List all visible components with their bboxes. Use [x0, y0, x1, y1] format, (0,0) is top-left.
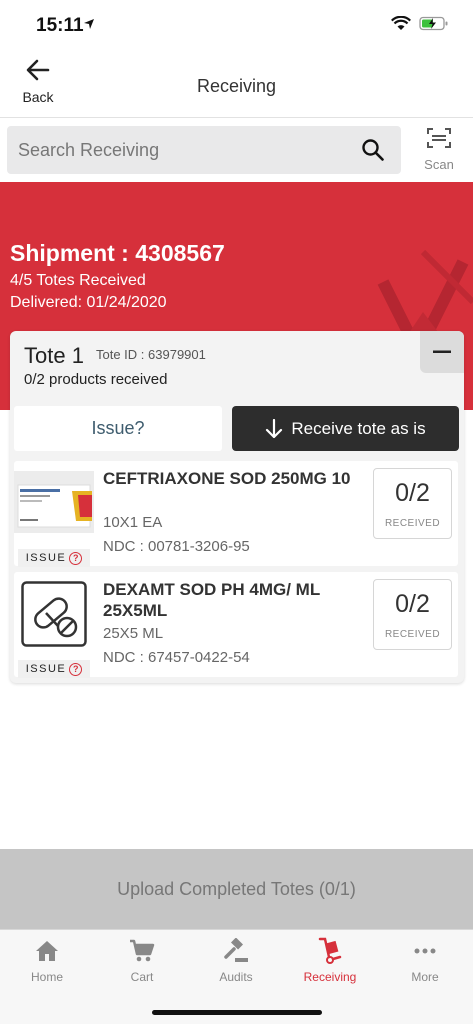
product-issue-tag[interactable]: ISSUE ? [18, 549, 90, 567]
receive-tote-label: Receive tote as is [291, 418, 426, 438]
page-title: Receiving [196, 76, 277, 96]
pill-placeholder-icon [21, 581, 87, 647]
status-bar: 15:11 [0, 0, 473, 50]
tote-progress: 0/2 products received [24, 371, 168, 388]
receive-tote-button[interactable]: Receive tote as is [232, 406, 459, 451]
scan-button[interactable]: Scan [418, 126, 460, 172]
scan-label: Scan [424, 157, 454, 172]
received-count-box[interactable]: 0/2 RECEIVED [373, 468, 452, 539]
tote-id: Tote ID : 63979901 [96, 347, 206, 362]
tab-label: Audits [219, 970, 253, 984]
tab-more[interactable]: More [385, 936, 465, 984]
tab-label: Home [30, 970, 63, 984]
search-row: Search Receiving Scan [0, 118, 473, 182]
received-count: 0/2 [395, 590, 430, 618]
scan-icon [427, 128, 451, 148]
question-icon: ? [69, 662, 83, 676]
tab-receiving[interactable]: Receiving [290, 936, 370, 984]
tab-cart[interactable]: Cart [102, 936, 182, 984]
shipment-number: 4308567 [135, 240, 225, 266]
product-item[interactable]: ISSUE ? DEXAMT SOD PH 4MG/ ML 25X5ML 25X… [14, 572, 458, 678]
gavel-icon [224, 938, 248, 962]
search-input[interactable]: Search Receiving [7, 126, 401, 174]
issue-tag-label: ISSUE [25, 663, 67, 675]
ceftriaxone-box-image [14, 471, 94, 533]
delivered-date: Delivered: 01/24/2020 [10, 294, 167, 311]
hand-truck-icon [318, 937, 342, 964]
received-count: 0/2 [395, 479, 430, 507]
product-item[interactable]: ISSUE ? CEFTRIAXONE SOD 250MG 10 10X1 EA… [14, 461, 458, 567]
tote-title: Tote 1 [24, 343, 84, 368]
question-icon: ? [69, 551, 83, 565]
tab-label: Receiving [303, 970, 357, 984]
collapse-button[interactable] [420, 331, 464, 373]
received-count-box[interactable]: 0/2 RECEIVED [373, 579, 452, 650]
nav-bar: Back Receiving [0, 50, 473, 118]
shipment-title: Shipment : 4308567 [10, 240, 225, 267]
tab-home[interactable]: Home [7, 936, 87, 984]
more-dots-icon [414, 948, 436, 954]
minus-icon [433, 350, 451, 353]
product-issue-tag[interactable]: ISSUE ? [18, 660, 90, 678]
tab-audits[interactable]: Audits [196, 936, 276, 984]
wifi-icon [391, 16, 411, 30]
issue-button[interactable]: Issue? [14, 406, 222, 451]
product-ndc: NDC : 67457-0422-54 [103, 649, 250, 666]
search-icon[interactable] [361, 138, 385, 162]
battery-charging-icon [419, 16, 448, 31]
search-placeholder: Search Receiving [18, 140, 160, 160]
shipment-label: Shipment : [10, 240, 129, 266]
issue-tag-label: ISSUE [25, 552, 67, 564]
upload-totes-button[interactable]: Upload Completed Totes (0/1) [0, 849, 473, 929]
received-label: RECEIVED [384, 518, 441, 529]
home-icon [36, 941, 58, 961]
product-pack: 10X1 EA [103, 514, 163, 531]
tab-label: Cart [130, 970, 154, 984]
product-pack: 25X5 ML [103, 625, 164, 642]
cart-icon [130, 939, 155, 962]
product-name: DEXAMT SOD PH 4MG/ ML 25X5ML [103, 580, 320, 620]
received-label: RECEIVED [384, 629, 441, 640]
location-arrow-icon [84, 19, 94, 29]
tab-bar: Home Cart Audits Receiving More [0, 929, 473, 1024]
tote-card: Tote 1 Tote ID : 63979901 0/2 products r… [10, 331, 464, 683]
status-time: 15:11 [36, 15, 84, 36]
arrow-down-icon [266, 418, 283, 438]
product-name: CEFTRIAXONE SOD 250MG 10 [103, 469, 351, 488]
product-ndc: NDC : 00781-3206-95 [103, 538, 250, 555]
tab-label: More [411, 970, 439, 984]
home-indicator [152, 1010, 322, 1015]
totes-received: 4/5 Totes Received [10, 272, 146, 289]
